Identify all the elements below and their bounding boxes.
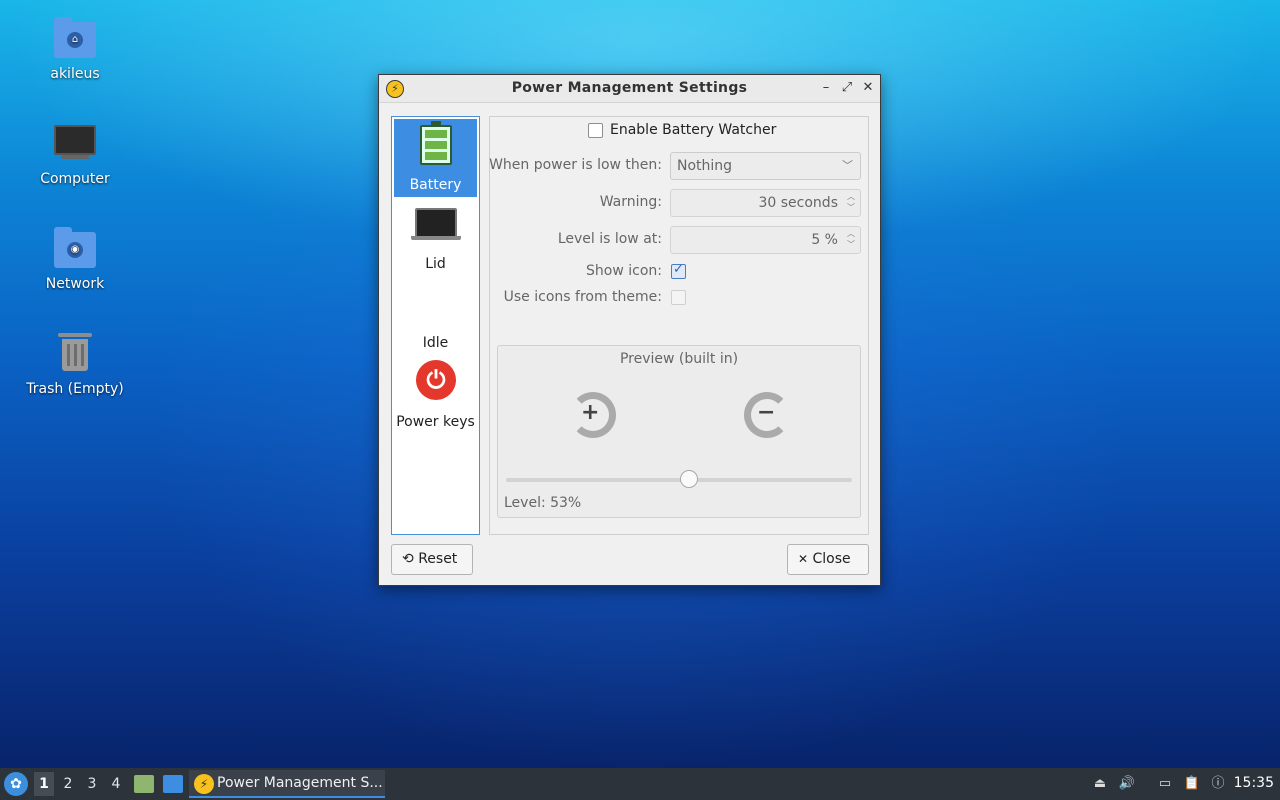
desktop-icon-computer[interactable]: Computer — [20, 121, 130, 187]
maximize-button[interactable]: ⤢ — [838, 79, 856, 97]
low-action-label: When power is low then: — [489, 157, 662, 173]
sidebar-item-battery[interactable]: Battery — [394, 119, 477, 197]
network-icon[interactable]: ▭ — [1156, 775, 1174, 793]
category-sidebar: Battery Lid Idle ⏻ Power keys — [391, 116, 480, 535]
notification-icon[interactable]: ⓘ — [1209, 775, 1227, 793]
window-title: Power Management Settings — [511, 80, 748, 96]
trash-icon — [53, 331, 97, 375]
sidebar-item-label: Idle — [422, 335, 449, 351]
title-bar[interactable]: ⚡ Power Management Settings – ⤢ ✕ — [379, 75, 880, 103]
start-menu-icon[interactable]: ✿ — [4, 772, 28, 796]
show-desktop-icon[interactable] — [163, 775, 183, 793]
file-manager-icon[interactable] — [134, 775, 154, 793]
reset-button-label: Reset — [418, 551, 458, 567]
sidebar-item-label: Battery — [409, 177, 462, 193]
use-theme-icons-label: Use icons from theme: — [503, 289, 662, 305]
desktop-icon-home[interactable]: ⌂ akileus — [20, 16, 130, 82]
desktop-icon-label: Trash (Empty) — [26, 381, 124, 397]
reset-icon: ⟲ — [402, 551, 414, 567]
close-button[interactable]: ✕ Close — [787, 544, 869, 575]
warning-value: 30 seconds — [758, 195, 839, 211]
reset-button[interactable]: ⟲ Reset — [391, 544, 473, 575]
clipboard-icon[interactable]: 📋 — [1183, 775, 1201, 793]
chevron-down-icon: ﹀ — [842, 159, 853, 172]
low-action-select[interactable]: Nothing ﹀ — [670, 152, 861, 180]
computer-icon — [53, 121, 97, 165]
sidebar-item-idle[interactable]: Idle — [394, 277, 477, 355]
spin-arrows-icon[interactable]: ︿ ﹀ — [845, 228, 857, 250]
level-low-label: Level is low at: — [557, 231, 662, 247]
eject-icon[interactable]: ⏏ — [1091, 775, 1109, 793]
battery-settings-panel: Enable Battery Watcher When power is low… — [489, 116, 869, 535]
warning-label: Warning: — [599, 194, 662, 210]
enable-battery-watcher-checkbox[interactable] — [588, 123, 603, 138]
power-management-dialog: ⚡ Power Management Settings – ⤢ ✕ Batter… — [378, 74, 881, 586]
home-folder-icon: ⌂ — [54, 17, 96, 58]
close-button-label: Close — [812, 551, 851, 567]
volume-icon[interactable]: 🔊 — [1118, 775, 1136, 793]
show-icon-checkbox[interactable] — [671, 262, 686, 279]
workspace-3[interactable]: 3 — [82, 772, 102, 796]
level-slider-handle[interactable] — [679, 470, 698, 488]
network-folder-icon: ◉ — [54, 227, 96, 268]
low-action-value: Nothing — [677, 158, 733, 174]
power-icon: ⏻ — [416, 360, 456, 400]
clock[interactable]: 15:35 — [1234, 775, 1274, 791]
sidebar-item-label: Power keys — [396, 414, 475, 430]
desktop-icon-network[interactable]: ◉ Network — [20, 226, 130, 292]
battery-preview-group: Preview (built in) + − Level: 53% — [497, 345, 861, 518]
battery-icon — [420, 121, 452, 165]
use-theme-icons-checkbox[interactable] — [671, 290, 686, 305]
sidebar-item-label: Lid — [425, 256, 446, 272]
warning-spinbox[interactable]: 30 seconds ︿ ﹀ — [670, 189, 861, 217]
desktop-icon-label: Network — [45, 276, 105, 292]
charging-battery-icon: + — [570, 392, 616, 438]
enable-battery-watcher-label: Enable Battery Watcher — [610, 122, 777, 138]
desktop-icon-trash[interactable]: Trash (Empty) — [20, 331, 130, 397]
task-title: Power Management S... — [217, 775, 383, 791]
lightning-icon: ⚡ — [194, 774, 214, 794]
sidebar-item-power-keys[interactable]: ⏻ Power keys — [394, 356, 477, 434]
workspace-2[interactable]: 2 — [58, 772, 78, 796]
workspace-4[interactable]: 4 — [106, 772, 126, 796]
preview-level-text: Level: 53% — [504, 495, 582, 511]
minimize-button[interactable]: – — [817, 79, 835, 97]
workspace-1[interactable]: 1 — [34, 772, 54, 796]
level-low-spinbox[interactable]: 5 % ︿ ﹀ — [670, 226, 861, 254]
discharging-battery-icon: − — [744, 392, 790, 438]
spin-arrows-icon[interactable]: ︿ ﹀ — [845, 191, 857, 213]
desktop-icon-label: akileus — [50, 66, 100, 82]
close-window-button[interactable]: ✕ — [859, 79, 877, 97]
desktop-icon-label: Computer — [40, 171, 110, 187]
preview-title: Preview (built in) — [619, 351, 739, 367]
taskbar: ✿ 1 2 3 4 ⚡ Power Management S... ⏏ 🔊 ▭ … — [0, 768, 1280, 800]
show-icon-label: Show icon: — [586, 263, 662, 279]
laptop-lid-icon — [411, 208, 461, 240]
sidebar-item-lid[interactable]: Lid — [394, 198, 477, 276]
level-low-value: 5 % — [811, 232, 838, 248]
close-icon: ✕ — [798, 552, 809, 566]
taskbar-task-power-management[interactable]: ⚡ Power Management S... — [189, 770, 385, 798]
